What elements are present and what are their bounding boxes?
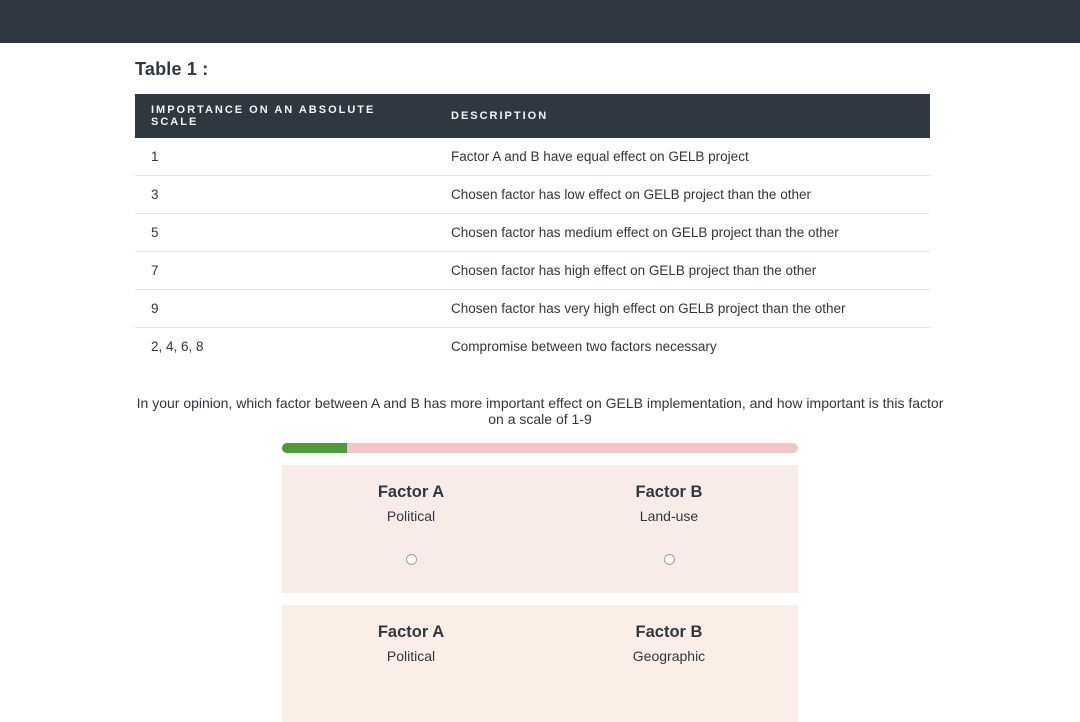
- survey-wrap: Factor A Political Factor B Land-use Fac…: [282, 443, 798, 722]
- factor-title: Factor B: [636, 623, 703, 642]
- table-row: 5 Chosen factor has medium effect on GEL…: [135, 214, 930, 252]
- col-header-importance: Importance on an absolute scale: [135, 94, 435, 138]
- header-bar: [0, 0, 1080, 43]
- pair-card: Factor A Political Factor B Land-use: [282, 465, 798, 593]
- table-heading: Table 1 :: [135, 59, 945, 80]
- cell-desc: Chosen factor has low effect on GELB pro…: [435, 176, 930, 214]
- cell-desc: Chosen factor has very high effect on GE…: [435, 290, 930, 328]
- cell-level: 1: [135, 138, 435, 176]
- survey-question: In your opinion, which factor between A …: [135, 395, 945, 427]
- pair-side-a: Factor A Political: [282, 605, 540, 722]
- progress-fill: [282, 443, 347, 453]
- pair-side-a: Factor A Political: [282, 465, 540, 593]
- pair-side-b: Factor B Geographic: [540, 605, 798, 722]
- table-row: 9 Chosen factor has very high effect on …: [135, 290, 930, 328]
- importance-scale-table: Importance on an absolute scale Descript…: [135, 94, 930, 365]
- table-row: 7 Chosen factor has high effect on GELB …: [135, 252, 930, 290]
- cell-desc: Chosen factor has medium effect on GELB …: [435, 214, 930, 252]
- main-content: Table 1 : Importance on an absolute scal…: [0, 59, 1080, 722]
- cell-desc: Compromise between two factors necessary: [435, 328, 930, 366]
- cell-desc: Chosen factor has high effect on GELB pr…: [435, 252, 930, 290]
- choose-a-radio[interactable]: [406, 554, 417, 565]
- factor-subtitle: Geographic: [633, 648, 705, 664]
- choose-b-radio[interactable]: [664, 554, 675, 565]
- cell-desc: Factor A and B have equal effect on GELB…: [435, 138, 930, 176]
- factor-subtitle: Land-use: [640, 508, 698, 524]
- cell-level: 2, 4, 6, 8: [135, 328, 435, 366]
- table-row: 3 Chosen factor has low effect on GELB p…: [135, 176, 930, 214]
- cell-level: 3: [135, 176, 435, 214]
- progress-bar: [282, 443, 798, 453]
- factor-title: Factor A: [378, 483, 444, 502]
- cell-level: 7: [135, 252, 435, 290]
- pair-side-b: Factor B Land-use: [540, 465, 798, 593]
- table-row: 1 Factor A and B have equal effect on GE…: [135, 138, 930, 176]
- factor-title: Factor A: [378, 623, 444, 642]
- cell-level: 5: [135, 214, 435, 252]
- factor-subtitle: Political: [387, 508, 435, 524]
- cell-level: 9: [135, 290, 435, 328]
- factor-title: Factor B: [636, 483, 703, 502]
- factor-subtitle: Political: [387, 648, 435, 664]
- table-row: 2, 4, 6, 8 Compromise between two factor…: [135, 328, 930, 366]
- col-header-description: Description: [435, 94, 930, 138]
- pair-card: Factor A Political Factor B Geographic: [282, 605, 798, 722]
